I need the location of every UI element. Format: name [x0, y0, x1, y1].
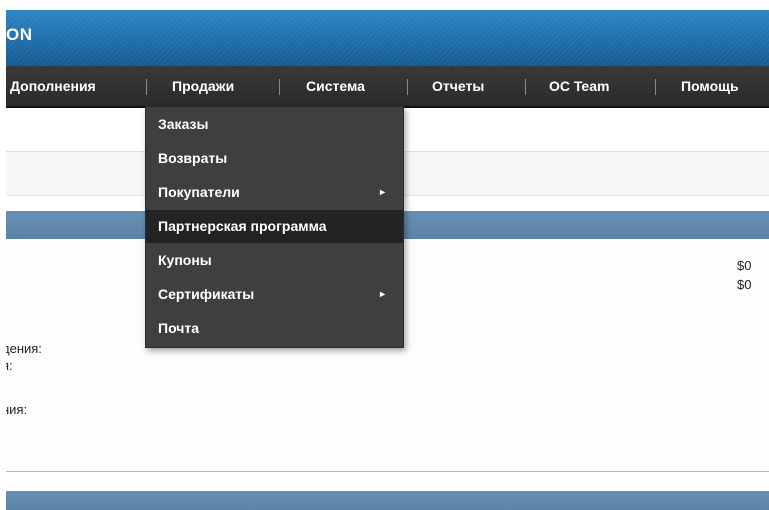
submenu-arrow-icon: ►: [378, 187, 387, 197]
sales-dropdown-menu: Заказы Возвраты Покупатели ► Партнерская…: [145, 106, 404, 348]
label-fragment: дения:: [2, 341, 42, 356]
menu-item-affiliates[interactable]: Партнерская программа: [146, 210, 403, 243]
nav-item-sales[interactable]: Продажи: [172, 66, 234, 106]
menu-item-label: Почта: [158, 320, 200, 336]
label-fragment: ния:: [2, 402, 28, 417]
menu-item-label: Заказы: [158, 116, 209, 132]
menu-item-returns[interactable]: Возвраты: [146, 142, 403, 175]
menu-item-coupons[interactable]: Купоны: [146, 244, 403, 277]
nav-item-reports[interactable]: Отчеты: [432, 66, 484, 106]
nav-separator: [655, 79, 656, 95]
menu-item-label: Покупатели: [158, 184, 240, 200]
nav-separator: [279, 79, 280, 95]
menu-item-vouchers[interactable]: Сертификаты ►: [146, 278, 403, 311]
header-bar: ON: [0, 10, 769, 66]
nav-separator: [146, 79, 147, 95]
menu-item-label: Сертификаты: [158, 286, 255, 302]
nav-item-system[interactable]: Система: [306, 66, 365, 106]
submenu-arrow-icon: ►: [378, 289, 387, 299]
top-nav: Дополнения Продажи Система Отчеты OC Tea…: [0, 66, 769, 108]
admin-page: ON Дополнения Продажи Система Отчеты OC …: [0, 0, 769, 510]
menu-item-orders[interactable]: Заказы: [146, 108, 403, 141]
menu-item-label: Купоны: [158, 252, 212, 268]
nav-item-oc-team[interactable]: OC Team: [549, 66, 609, 106]
menu-item-label: Возвраты: [158, 150, 228, 166]
nav-separator: [525, 79, 526, 95]
stat-value: $0: [737, 277, 752, 292]
menu-item-label: Партнерская программа: [158, 218, 327, 234]
menu-item-customers[interactable]: Покупатели ►: [146, 176, 403, 209]
section-header-bottom: [0, 491, 769, 510]
logo-text[interactable]: ON: [6, 25, 33, 45]
menu-item-mail[interactable]: Почта: [146, 312, 403, 345]
label-fragment: я:: [2, 358, 13, 373]
stat-value: $0: [737, 258, 752, 273]
nav-separator: [407, 79, 408, 95]
nav-item-help[interactable]: Помощь: [681, 66, 739, 106]
nav-item-extensions[interactable]: Дополнения: [10, 66, 96, 106]
